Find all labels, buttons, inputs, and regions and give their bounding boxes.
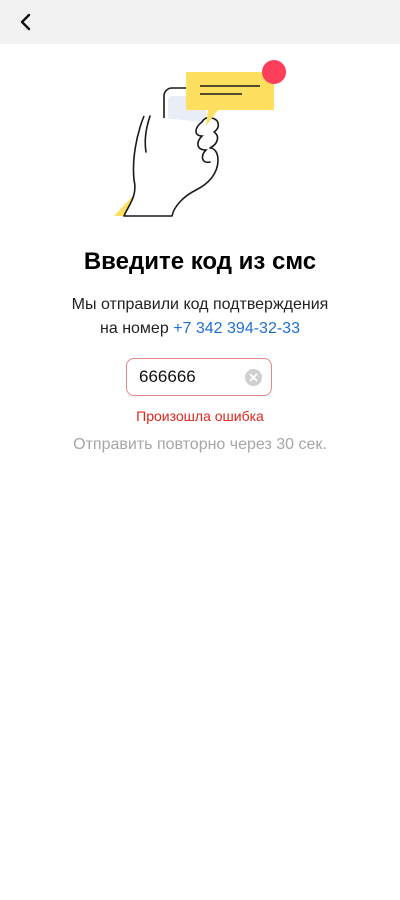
page-title: Введите код из смс [83,248,317,275]
subtitle-prefix: на номер [100,320,169,337]
back-button[interactable] [12,8,40,36]
subtitle-line1: Мы отправили код подтверждения [71,296,329,313]
error-message: Произошла ошибка [136,408,264,424]
sms-code-field[interactable] [126,358,272,396]
top-bar [0,0,400,44]
hand-holding-phone-with-sms-icon [114,60,286,217]
subtitle: Мы отправили код подтверждения на номер … [0,293,400,341]
resend-countdown: Отправить повторно через 30 сек. [73,436,327,453]
clear-input-button[interactable] [245,369,262,386]
phone-number-link[interactable]: +7 342 394-32-33 [173,320,300,337]
sms-illustration [110,56,290,218]
sms-code-input[interactable] [139,359,239,395]
clear-circle-icon [245,369,262,386]
chevron-left-icon [20,13,31,31]
